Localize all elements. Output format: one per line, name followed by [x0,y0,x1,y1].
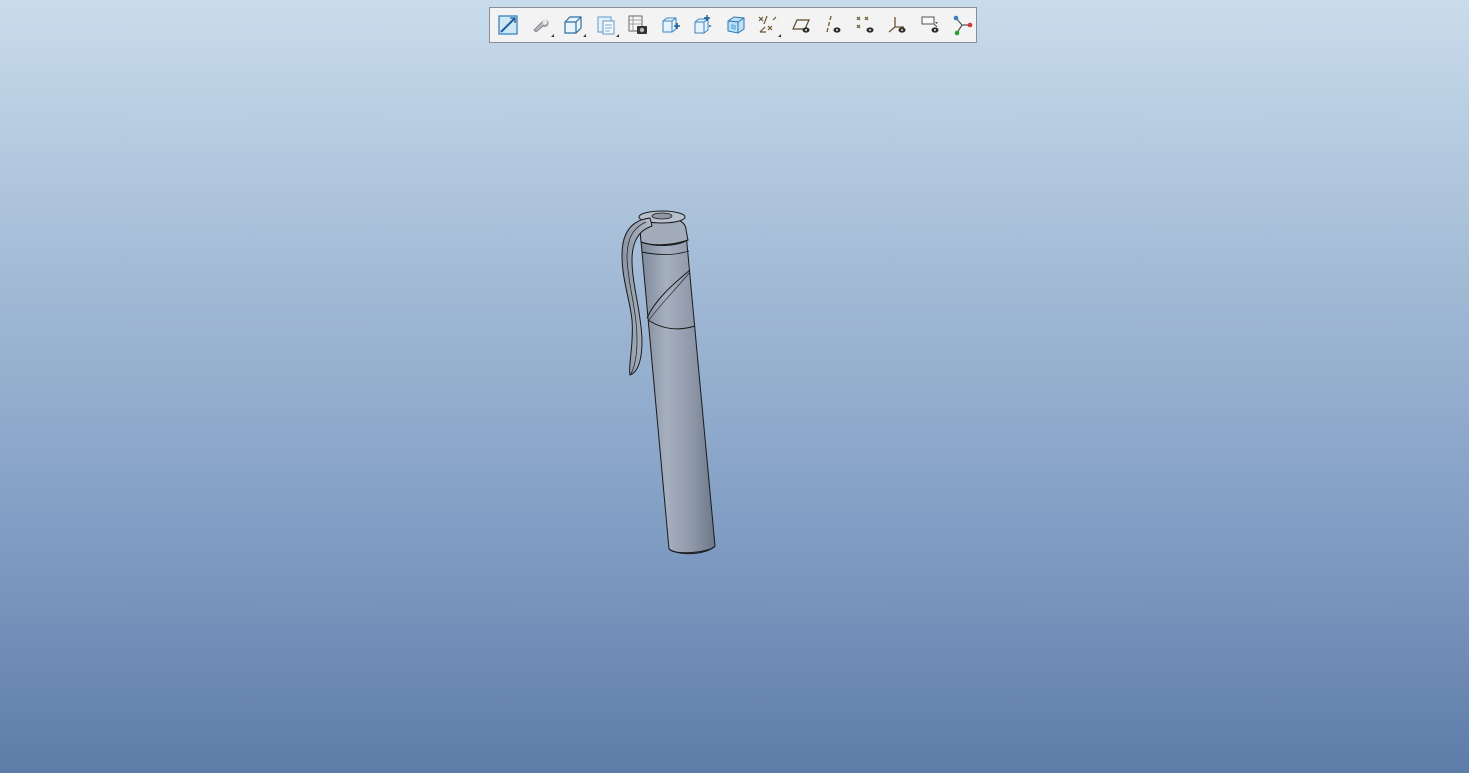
snapshot-icon [628,15,647,34]
datum-display-icon [758,15,777,33]
refit-button[interactable] [496,13,520,37]
dropdown-arrow-icon [550,34,554,37]
display-style-icon [532,19,548,33]
datum-display-button[interactable] [756,13,781,37]
annotation-display-button[interactable] [919,13,943,37]
zoom-in-icon [662,17,680,33]
zoom-out-button[interactable] [691,13,715,37]
point-display-icon [856,16,873,33]
dropdown-arrow-icon [583,34,586,37]
dropdown-arrow-icon [615,34,619,37]
spin-center-icon [953,15,973,36]
graphics-toolbar [489,7,977,43]
zoom-in-button[interactable] [659,13,683,37]
spin-center-button[interactable] [951,13,975,37]
pen-barrel [639,229,716,555]
refit-icon [498,15,518,35]
plane-display-button[interactable] [789,13,813,37]
display-style-button[interactable] [529,13,554,37]
snapshot-button[interactable] [626,13,650,37]
zoom-out-icon [694,15,712,34]
graphics-area[interactable] [0,0,1469,773]
perspective-button[interactable] [724,13,748,37]
csys-display-button[interactable] [886,13,910,37]
axis-display-button[interactable] [821,13,845,37]
annotation-display-icon [921,16,938,33]
perspective-icon [727,16,744,34]
saved-orientations-button[interactable] [561,13,586,37]
dropdown-arrow-icon [778,34,781,37]
plane-display-icon [791,19,810,33]
view-manager-icon [597,16,614,35]
csys-display-icon [888,17,906,33]
axis-display-icon [826,15,841,33]
pen-model[interactable] [600,200,740,570]
point-display-button[interactable] [854,13,878,37]
saved-orientations-icon [564,16,582,34]
view-manager-button[interactable] [594,13,619,37]
